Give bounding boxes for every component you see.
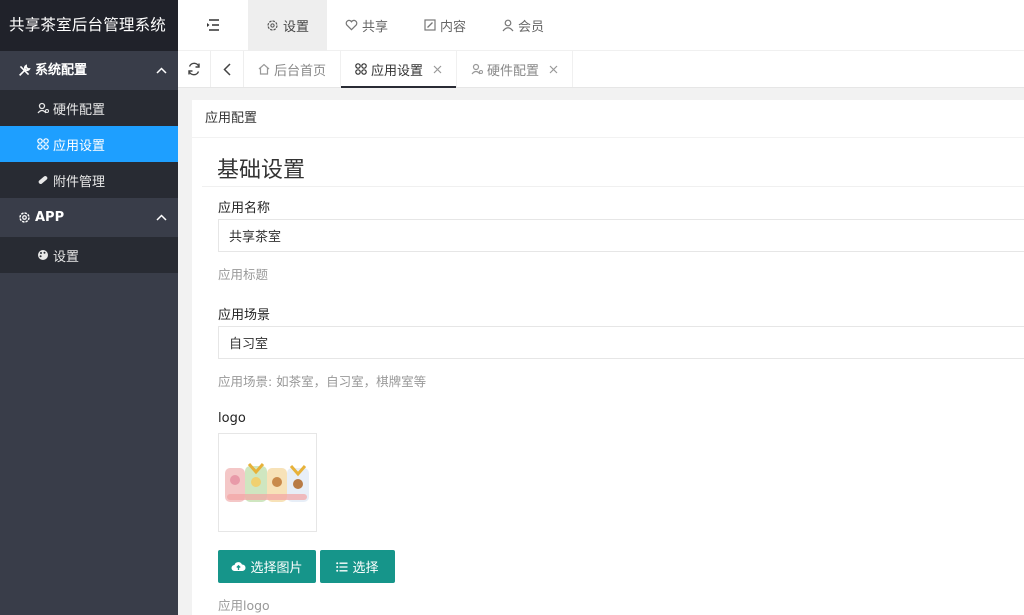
attachment-icon xyxy=(36,174,49,187)
top-header: 设置 共享 内容 会员 xyxy=(178,0,1024,51)
sidebar-submenu-system-config: 硬件配置 应用设置 附件管理 xyxy=(0,90,178,198)
upload-image-button[interactable]: 选择图片 xyxy=(218,550,316,583)
top-nav-settings[interactable]: 设置 xyxy=(248,0,328,51)
home-icon xyxy=(258,63,270,75)
tab-app-settings[interactable]: 应用设置 xyxy=(341,51,458,88)
sidebar-item-hardware-config[interactable]: 硬件配置 xyxy=(0,90,178,126)
tab-bar: 后台首页 应用设置 硬件配置 xyxy=(178,51,1024,88)
logo-label: logo xyxy=(218,411,246,426)
content-card: 应用配置 基础设置 应用名称 共享茶室 应用标题 应用场景 自习室 应用场景: … xyxy=(192,100,1024,615)
app-scene-label: 应用场景 xyxy=(218,308,271,323)
tab-label: 硬件配置 xyxy=(487,63,540,79)
tools-icon xyxy=(17,64,31,78)
app-scene-input[interactable]: 自习室 xyxy=(218,326,1024,359)
sidebar-item-label: 设置 xyxy=(53,249,80,265)
top-nav-label: 内容 xyxy=(440,19,467,35)
select-button[interactable]: 选择 xyxy=(320,550,395,583)
close-icon[interactable] xyxy=(433,65,442,74)
gear-icon xyxy=(266,19,279,32)
sidebar-group-label: 系统配置 xyxy=(35,63,88,78)
tab-label: 应用设置 xyxy=(371,63,424,79)
heart-icon xyxy=(345,19,358,31)
user-icon xyxy=(36,102,49,115)
sidebar-submenu-app: 设置 xyxy=(0,237,178,273)
sidebar-item-attachment-manage[interactable]: 附件管理 xyxy=(0,162,178,198)
sidebar-item-label: 应用设置 xyxy=(53,138,106,154)
top-nav-label: 共享 xyxy=(362,19,389,35)
logo-hint: 应用logo xyxy=(218,598,270,613)
list-icon xyxy=(336,561,348,572)
app-scene-hint: 应用场景: 如茶室，自习室，棋牌室等 xyxy=(218,374,427,389)
logo-preview[interactable] xyxy=(218,433,317,532)
app-name-hint: 应用标题 xyxy=(218,267,269,282)
top-nav-share[interactable]: 共享 xyxy=(327,0,406,51)
edit-icon xyxy=(424,19,436,31)
sidebar-item-label: 附件管理 xyxy=(53,174,106,190)
tab-hardware-config[interactable]: 硬件配置 xyxy=(457,51,574,87)
user-icon xyxy=(502,19,514,32)
chevron-up-icon[interactable] xyxy=(156,198,167,237)
sidebar-item-app-settings-sub[interactable]: 设置 xyxy=(0,237,178,273)
close-icon[interactable] xyxy=(549,65,558,74)
top-nav-label: 会员 xyxy=(518,19,545,35)
sidebar: 共享茶室后台管理系统 系统配置 硬件配置 应用设置 附件管理 APP 设置 xyxy=(0,0,178,615)
button-label: 选择 xyxy=(352,561,379,576)
sidebar-item-label: 硬件配置 xyxy=(53,102,106,118)
refresh-icon[interactable] xyxy=(178,51,211,87)
sidebar-group-system-config[interactable]: 系统配置 xyxy=(0,51,178,90)
sidebar-group-app[interactable]: APP xyxy=(0,198,178,237)
chevron-left-icon[interactable] xyxy=(211,51,244,87)
cloud-upload-icon xyxy=(231,561,246,572)
app-name-label: 应用名称 xyxy=(218,201,271,216)
button-label: 选择图片 xyxy=(250,561,303,576)
top-nav-label: 设置 xyxy=(283,19,310,35)
card-title: 应用配置 xyxy=(192,100,1024,138)
grid-icon xyxy=(36,138,49,151)
top-nav-members[interactable]: 会员 xyxy=(484,0,562,51)
divider xyxy=(202,186,1024,187)
user-icon xyxy=(471,63,484,75)
menu-toggle-icon[interactable] xyxy=(178,0,248,51)
chevron-up-icon[interactable] xyxy=(156,51,167,90)
sidebar-group-label: APP xyxy=(35,210,65,225)
top-nav-content[interactable]: 内容 xyxy=(406,0,484,51)
grid-icon xyxy=(355,63,367,75)
tab-home[interactable]: 后台首页 xyxy=(244,51,342,87)
logo-image xyxy=(224,462,309,502)
app-title: 共享茶室后台管理系统 xyxy=(0,0,178,51)
tab-label: 后台首页 xyxy=(274,63,327,79)
sidebar-item-app-settings[interactable]: 应用设置 xyxy=(0,126,178,162)
section-title: 基础设置 xyxy=(217,158,306,183)
palette-icon xyxy=(36,249,49,262)
app-name-input[interactable]: 共享茶室 xyxy=(218,219,1024,252)
gear-icon xyxy=(17,211,31,225)
